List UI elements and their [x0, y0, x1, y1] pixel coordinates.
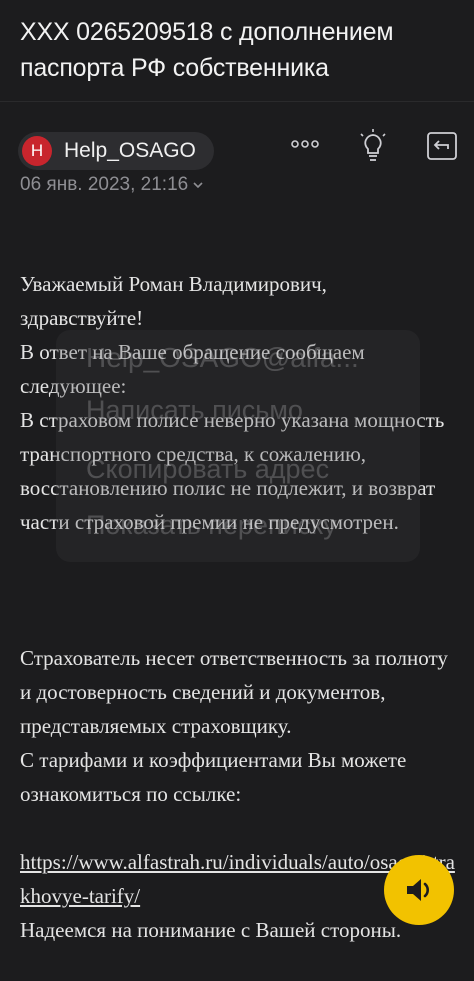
reply-icon[interactable]	[424, 129, 460, 165]
message-paragraph-3: Надеемся на понимание с Вашей стороны.	[20, 918, 402, 942]
date-text: 06 янв. 2023, 21:16	[20, 174, 189, 195]
menu-item-write[interactable]: Написать письмо	[86, 395, 303, 426]
read-aloud-button[interactable]	[384, 855, 454, 925]
speaker-icon	[407, 879, 429, 901]
message-date[interactable]: 06 янв. 2023, 21:16	[20, 174, 204, 196]
avatar: Н	[22, 136, 52, 166]
menu-item-copy[interactable]: Скопировать адрес	[86, 454, 329, 485]
lightbulb-icon[interactable]	[355, 129, 391, 165]
chevron-down-icon	[193, 182, 203, 189]
header-divider	[0, 101, 474, 102]
sender-name: Help_OSAGO	[64, 139, 196, 162]
menu-item-address[interactable]: Help_OSAGO@alfa...	[86, 342, 359, 374]
more-dots-icon[interactable]	[287, 129, 323, 165]
sender-chip[interactable]: Н Help_OSAGO	[18, 132, 214, 170]
email-subject: ХХХ 0265209518 с дополнением паспорта РФ…	[20, 18, 394, 82]
message-paragraph-2: Страхователь несет ответственность за по…	[20, 646, 448, 806]
menu-item-show-thread[interactable]: Показать переписку	[86, 510, 337, 541]
